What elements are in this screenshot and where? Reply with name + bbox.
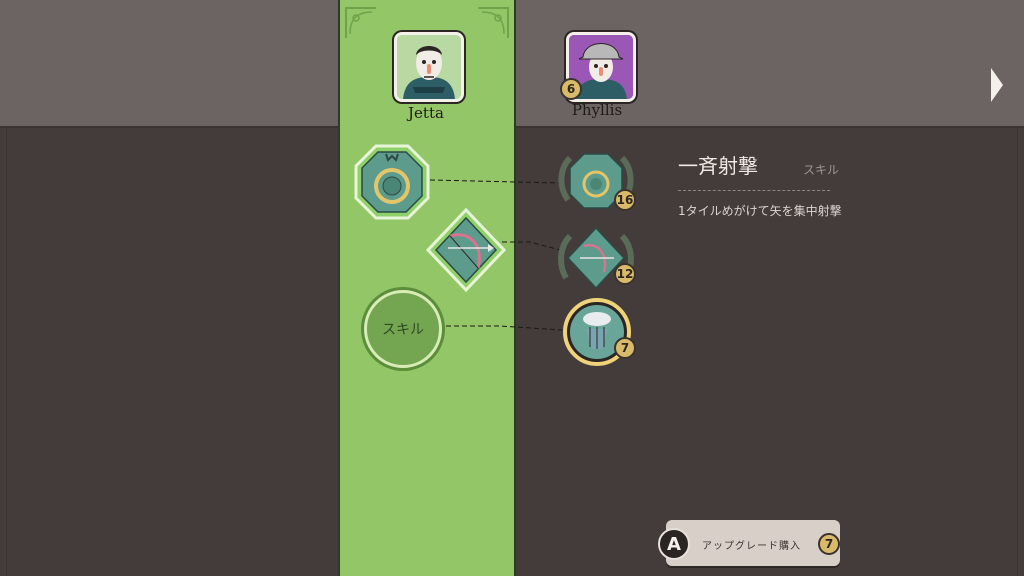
- skill-description: 1タイルめがけて矢を集中射撃: [678, 204, 842, 218]
- buy-upgrade-label: アップグレード購入: [702, 541, 801, 552]
- buy-cost-badge: 7: [818, 533, 840, 555]
- right-panel-edge: [1017, 128, 1018, 576]
- upgrade-cost-badge: 7: [614, 337, 636, 359]
- next-hero-arrow-icon[interactable]: [989, 66, 1005, 104]
- hero-portrait-jetta[interactable]: [394, 32, 464, 102]
- skill-slot-label: スキル: [382, 322, 424, 338]
- info-divider: [678, 190, 830, 191]
- skill-type-tag: スキル: [803, 163, 840, 177]
- skill-title: 一斉射撃: [678, 154, 758, 178]
- hero-level-badge: 6: [560, 78, 582, 100]
- jetta-face-icon: [397, 35, 461, 99]
- equipped-bow-gem[interactable]: [426, 208, 506, 292]
- skill-slot[interactable]: スキル: [364, 290, 442, 368]
- upgrade-cost-badge: 12: [614, 263, 636, 285]
- left-panel: [0, 128, 338, 576]
- a-button-icon: A: [658, 528, 690, 560]
- hero-name-jetta: Jetta: [408, 104, 444, 122]
- hero-name-phyllis: Phyllis: [571, 101, 623, 119]
- equipped-ring-gem[interactable]: [352, 142, 432, 222]
- upgrade-cost-badge: 16: [614, 189, 636, 211]
- ornament-corner-icon: [345, 7, 376, 38]
- ornament-corner-icon: [478, 7, 509, 38]
